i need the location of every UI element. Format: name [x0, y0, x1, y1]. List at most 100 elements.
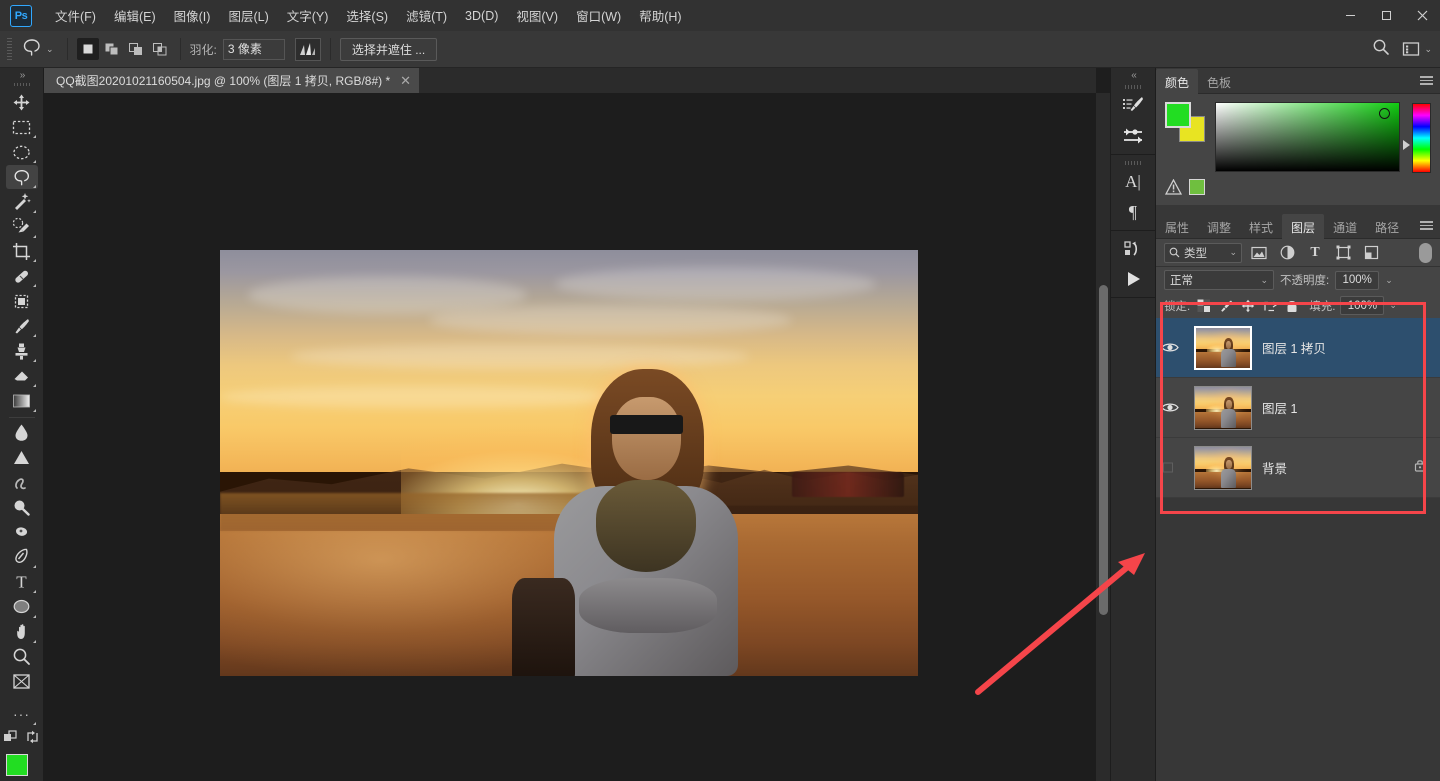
toolbar-expand-chevron-icon[interactable]: » — [0, 68, 44, 83]
color-picker-marker[interactable] — [1379, 108, 1390, 119]
gamut-warning-color-swatch[interactable] — [1189, 179, 1205, 195]
filter-pixel-layers-icon[interactable] — [1248, 243, 1270, 263]
swap-colors-icon[interactable] — [25, 729, 40, 750]
rail-collapse-chevron-icon[interactable]: « — [1110, 68, 1156, 82]
chevron-down-icon[interactable]: ⌄ — [1260, 275, 1268, 286]
menu-image[interactable]: 图像(I) — [165, 2, 220, 29]
play-action-icon[interactable] — [1116, 264, 1150, 294]
canvas-vertical-scrollbar[interactable] — [1096, 93, 1110, 781]
filter-toggle-switch[interactable] — [1419, 242, 1432, 263]
rail-grip-1[interactable] — [1125, 85, 1141, 89]
color-picker-field[interactable] — [1215, 102, 1400, 172]
panel-menu-icon[interactable] — [1420, 221, 1433, 230]
tab-channels[interactable]: 通道 — [1324, 214, 1366, 240]
screen-mode-icon[interactable] — [3, 729, 19, 750]
layer-thumbnail-cell[interactable] — [1184, 445, 1262, 490]
feather-input[interactable]: 3 像素 — [222, 38, 285, 60]
lock-artboard-nesting-icon[interactable] — [1261, 297, 1278, 314]
lock-transparent-pixels-icon[interactable] — [1195, 297, 1212, 314]
toolbar-grip[interactable] — [13, 82, 30, 87]
menu-file[interactable]: 文件(F) — [46, 2, 105, 29]
close-icon[interactable]: ✕ — [400, 73, 411, 89]
lock-position-icon[interactable] — [1239, 297, 1256, 314]
layer-name[interactable]: 图层 1 — [1262, 398, 1440, 417]
tab-swatches[interactable]: 色板 — [1198, 69, 1240, 95]
minimize-button[interactable] — [1332, 0, 1368, 31]
scrollbar-thumb[interactable] — [1099, 285, 1108, 615]
menu-help[interactable]: 帮助(H) — [630, 2, 690, 29]
new-selection-button[interactable] — [76, 38, 99, 60]
tab-adjustments[interactable]: 调整 — [1198, 214, 1240, 240]
menu-select[interactable]: 选择(S) — [337, 2, 397, 29]
color-panel-foreground-swatch[interactable] — [1165, 102, 1191, 128]
table-row[interactable]: 图层 1 — [1156, 378, 1440, 438]
pen-tool[interactable] — [6, 545, 38, 569]
lock-image-pixels-icon[interactable] — [1217, 297, 1234, 314]
filter-shape-layers-icon[interactable] — [1332, 243, 1354, 263]
zoom-tool[interactable] — [6, 645, 38, 669]
tab-layers[interactable]: 图层 — [1282, 213, 1325, 240]
burn-tool[interactable] — [6, 520, 38, 544]
eraser-tool[interactable] — [6, 364, 38, 388]
rail-grip-2[interactable] — [1125, 161, 1141, 165]
tab-properties[interactable]: 属性 — [1156, 214, 1198, 240]
frame-tool[interactable] — [6, 289, 38, 313]
crop-tool[interactable] — [6, 240, 38, 264]
move-tool[interactable] — [6, 90, 38, 114]
paragraph-panel-icon[interactable]: ¶ — [1116, 197, 1150, 227]
hand-tool[interactable] — [6, 620, 38, 644]
menu-layer[interactable]: 图层(L) — [219, 2, 277, 29]
fill-input[interactable]: 100% — [1340, 296, 1385, 315]
character-panel-icon[interactable]: A| — [1116, 167, 1150, 197]
close-button[interactable] — [1404, 0, 1440, 31]
menu-filter[interactable]: 滤镜(T) — [397, 2, 456, 29]
layer-filter-kind-select[interactable]: 类型 ⌄ — [1164, 242, 1242, 263]
opacity-chevron-icon[interactable]: ⌄ — [1385, 275, 1393, 286]
clone-stamp-tool[interactable] — [6, 339, 38, 363]
layer-thumbnail[interactable] — [1194, 325, 1252, 370]
rectangular-marquee-tool[interactable] — [6, 115, 38, 139]
layer-thumbnail[interactable] — [1194, 385, 1252, 430]
foreground-color-swatch[interactable] — [5, 753, 28, 776]
layer-visibility-toggle[interactable] — [1156, 461, 1184, 474]
dodge-tool[interactable] — [6, 495, 38, 519]
blur-tool[interactable] — [6, 421, 38, 445]
magic-wand-tool[interactable] — [6, 190, 38, 214]
brush-tool[interactable] — [6, 314, 38, 338]
actions-panel-icon[interactable] — [1116, 234, 1150, 264]
add-to-selection-button[interactable] — [100, 38, 123, 60]
artboard-tool[interactable] — [6, 669, 38, 693]
sharpen-tool[interactable] — [6, 446, 38, 470]
menu-window[interactable]: 窗口(W) — [567, 2, 630, 29]
filter-adjustment-layers-icon[interactable] — [1276, 243, 1298, 263]
canvas-area[interactable] — [44, 93, 1096, 781]
lasso-tool[interactable] — [5, 164, 38, 189]
intersect-selection-button[interactable] — [148, 38, 171, 60]
workspace-switcher[interactable]: ⌄ — [1402, 41, 1432, 57]
hue-slider[interactable] — [1412, 103, 1431, 173]
document-tab[interactable]: QQ截图20201021160504.jpg @ 100% (图层 1 拷贝, … — [44, 68, 421, 93]
elliptical-marquee-tool[interactable] — [6, 140, 38, 164]
table-row[interactable]: 图层 1 拷贝 — [1156, 318, 1440, 378]
layer-name[interactable]: 图层 1 拷贝 — [1262, 338, 1440, 357]
blend-mode-select[interactable]: 正常 ⌄ — [1164, 270, 1274, 290]
menu-edit[interactable]: 编辑(E) — [105, 2, 165, 29]
layer-thumbnail-cell[interactable] — [1184, 325, 1262, 370]
lock-all-icon[interactable] — [1283, 297, 1300, 314]
quick-selection-tool[interactable] — [6, 215, 38, 239]
brush-settings-icon[interactable] — [1116, 91, 1150, 121]
panel-menu-icon[interactable] — [1420, 76, 1433, 85]
tab-color[interactable]: 颜色 — [1156, 68, 1199, 95]
workspace-chevron-icon[interactable]: ⌄ — [1424, 44, 1432, 55]
layer-thumbnail-cell[interactable] — [1184, 385, 1262, 430]
layer-name[interactable]: 背景 — [1262, 458, 1413, 477]
select-and-mask-button[interactable]: 选择并遮住 ... — [339, 37, 438, 61]
more-tools-button[interactable]: ··· — [6, 702, 38, 726]
tool-preset-chevron-icon[interactable]: ⌄ — [46, 44, 54, 55]
layer-visibility-toggle[interactable] — [1156, 401, 1184, 414]
maximize-button[interactable] — [1368, 0, 1404, 31]
options-bar-grip[interactable] — [7, 38, 12, 60]
adjustments-sliders-icon[interactable] — [1116, 121, 1150, 151]
filter-smart-object-icon[interactable] — [1360, 243, 1382, 263]
menu-type[interactable]: 文字(Y) — [278, 2, 338, 29]
